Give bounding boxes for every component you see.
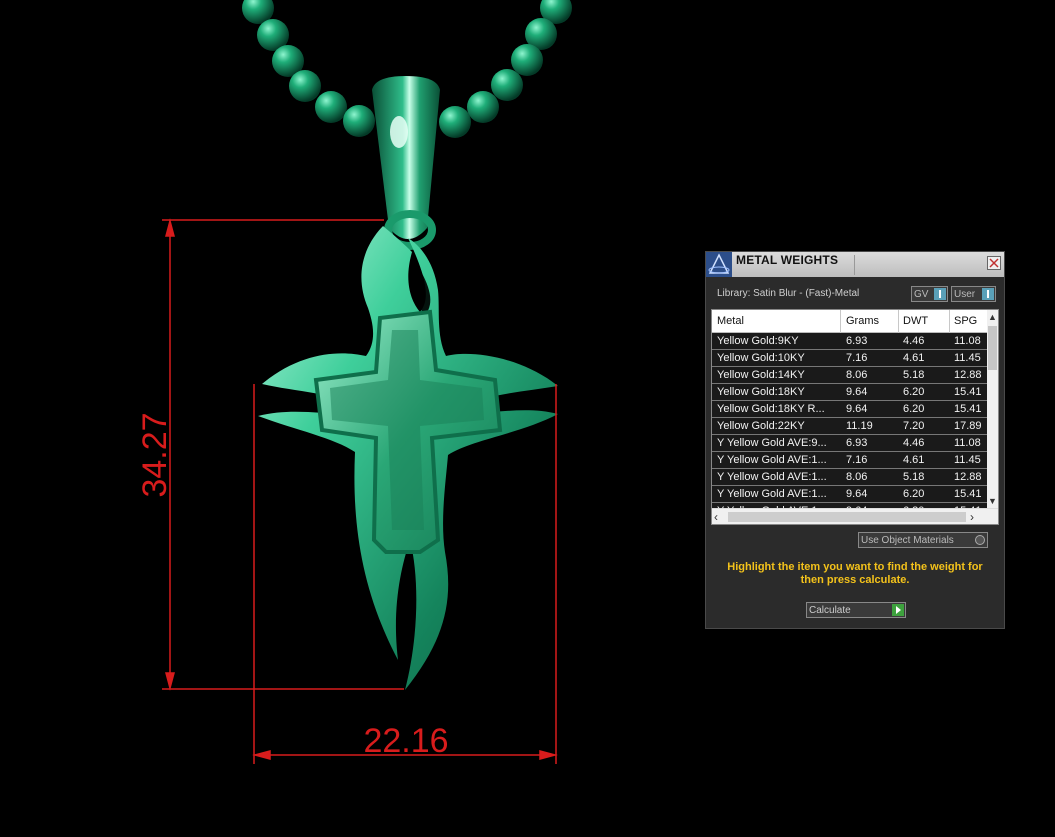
gv-toggle[interactable]: GV: [911, 286, 948, 302]
toggle-switch-icon: [934, 288, 946, 300]
table-row[interactable]: Y Yellow Gold AVE:1... 7.16 4.61 11.45: [712, 452, 987, 469]
use-object-materials-label: Use Object Materials: [861, 535, 954, 546]
titlebar-divider: [854, 255, 855, 275]
table-row[interactable]: Yellow Gold:10KY 7.16 4.61 11.45: [712, 350, 987, 367]
scroll-right-icon[interactable]: ›: [970, 510, 974, 524]
grams-cell: 9.64: [846, 403, 868, 415]
table-header: Metal Grams DWT SPG: [712, 310, 998, 333]
vertical-scrollbar[interactable]: ▲ ▼: [987, 310, 998, 508]
column-header-spg[interactable]: SPG: [954, 315, 977, 327]
spg-cell: 12.88: [954, 471, 982, 483]
spg-cell: 12.88: [954, 369, 982, 381]
cross-pendant: [258, 226, 558, 690]
spg-cell: 17.89: [954, 420, 982, 432]
table-row[interactable]: Yellow Gold:18KY 9.64 6.20 15.41: [712, 384, 987, 401]
column-header-metal[interactable]: Metal: [717, 315, 744, 327]
dwt-cell: 6.20: [903, 386, 925, 398]
close-icon: [989, 258, 999, 268]
metal-cell: Y Yellow Gold AVE:1...: [717, 454, 827, 466]
play-arrow-icon: [892, 604, 904, 616]
spg-cell: 15.41: [954, 488, 982, 500]
metal-cell: Y Yellow Gold AVE:1...: [717, 488, 827, 500]
panel-title: METAL WEIGHTS: [736, 253, 839, 267]
scroll-down-icon[interactable]: ▼: [987, 494, 998, 508]
column-header-dwt[interactable]: DWT: [903, 315, 928, 327]
spg-cell: 11.45: [954, 454, 981, 466]
dwt-cell: 4.61: [903, 352, 925, 364]
metal-cell: Yellow Gold:18KY R...: [717, 403, 825, 415]
metal-cell: Yellow Gold:14KY: [717, 369, 805, 381]
column-header-grams[interactable]: Grams: [846, 315, 879, 327]
metal-cell: Y Yellow Gold AVE:9...: [717, 437, 827, 449]
spg-cell: 11.08: [954, 335, 981, 347]
use-object-materials-toggle[interactable]: Use Object Materials: [858, 532, 988, 548]
user-toggle-label: User: [954, 289, 976, 300]
spg-cell: 11.45: [954, 352, 981, 364]
gv-toggle-label: GV: [914, 289, 929, 300]
library-label: Library: Satin Blur - (Fast)-Metal: [717, 288, 860, 299]
dwt-cell: 4.61: [903, 454, 925, 466]
table-row[interactable]: Yellow Gold:9KY 6.93 4.46 11.08: [712, 333, 987, 350]
metal-cell: Y Yellow Gold AVE:1...: [717, 471, 827, 483]
scroll-up-icon[interactable]: ▲: [987, 310, 998, 324]
vertical-scroll-thumb[interactable]: [988, 326, 997, 370]
spg-cell: 15.41: [954, 386, 982, 398]
table-row[interactable]: Y Yellow Gold AVE:9... 6.93 4.46 11.08: [712, 435, 987, 452]
height-dimension-label: 34.27: [136, 412, 174, 497]
horizontal-scroll-thumb[interactable]: [728, 512, 966, 522]
grams-cell: 7.16: [846, 454, 868, 466]
dwt-cell: 6.20: [903, 403, 925, 415]
table-row[interactable]: Y Yellow Gold AVE:1... 9.64 6.20 15.41: [712, 486, 987, 503]
table-row[interactable]: Yellow Gold:22KY 11.19 7.20 17.89: [712, 418, 987, 435]
metal-weights-table[interactable]: Metal Grams DWT SPG Yellow Gold:9KY 6.93…: [711, 309, 999, 525]
table-row[interactable]: Yellow Gold:14KY 8.06 5.18 12.88: [712, 367, 987, 384]
metal-weights-panel: METAL WEIGHTS Library: Satin Blur - (Fas…: [705, 251, 1005, 629]
grams-cell: 8.06: [846, 471, 868, 483]
calculate-label: Calculate: [809, 605, 851, 616]
grams-cell: 9.64: [846, 386, 868, 398]
radio-icon: [975, 535, 985, 545]
toggle-switch-icon: [982, 288, 994, 300]
grams-cell: 8.06: [846, 369, 868, 381]
grams-cell: 6.93: [846, 437, 868, 449]
calculate-button[interactable]: Calculate: [806, 602, 906, 618]
table-body: Yellow Gold:9KY 6.93 4.46 11.08 Yellow G…: [712, 333, 987, 520]
close-button[interactable]: [987, 256, 1001, 270]
table-row[interactable]: Yellow Gold:18KY R... 9.64 6.20 15.41: [712, 401, 987, 418]
width-dimension-label: 22.16: [363, 722, 448, 760]
scroll-left-icon[interactable]: ‹: [714, 510, 718, 524]
user-toggle[interactable]: User: [951, 286, 996, 302]
grams-cell: 9.64: [846, 488, 868, 500]
app-logo-icon: [706, 252, 732, 277]
table-row[interactable]: Y Yellow Gold AVE:1... 8.06 5.18 12.88: [712, 469, 987, 486]
panel-titlebar[interactable]: METAL WEIGHTS: [706, 252, 1004, 277]
dwt-cell: 5.18: [903, 471, 925, 483]
instruction-text: Highlight the item you want to find the …: [727, 561, 983, 586]
horizontal-scrollbar[interactable]: ‹ ›: [712, 508, 998, 524]
metal-cell: Yellow Gold:22KY: [717, 420, 805, 432]
spg-cell: 15.41: [954, 403, 982, 415]
grams-cell: 11.19: [846, 420, 873, 432]
metal-cell: Yellow Gold:10KY: [717, 352, 805, 364]
metal-cell: Yellow Gold:18KY: [717, 386, 805, 398]
dwt-cell: 4.46: [903, 335, 925, 347]
metal-cell: Yellow Gold:9KY: [717, 335, 799, 347]
dwt-cell: 7.20: [903, 420, 925, 432]
dwt-cell: 6.20: [903, 488, 925, 500]
spg-cell: 11.08: [954, 437, 981, 449]
dwt-cell: 4.46: [903, 437, 925, 449]
dwt-cell: 5.18: [903, 369, 925, 381]
grams-cell: 7.16: [846, 352, 868, 364]
grams-cell: 6.93: [846, 335, 868, 347]
